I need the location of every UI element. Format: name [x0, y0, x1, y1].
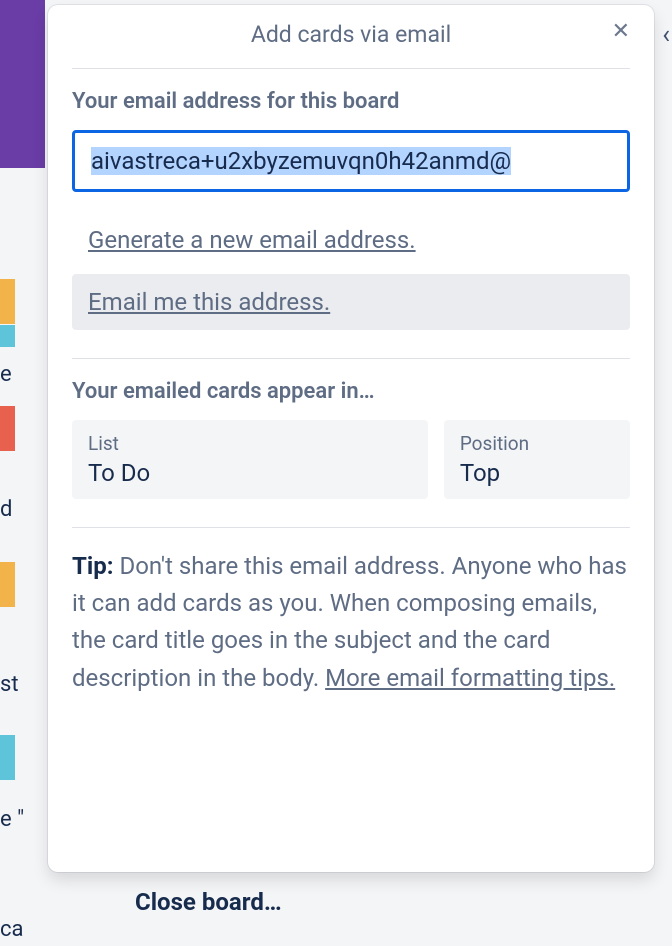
background-label-cyan-2: [0, 735, 15, 780]
divider: [72, 527, 630, 528]
background-label-orange: [0, 279, 15, 324]
background-text-fragment: d: [0, 497, 12, 522]
background-text-fragment: st: [0, 672, 19, 697]
board-email-value: aivastreca+u2xbyzemuvqn0h42anmd@: [91, 147, 511, 175]
background-text-fragment: e ": [0, 807, 24, 832]
email-section-label: Your email address for this board: [72, 89, 630, 114]
email-me-address-button[interactable]: Email me this address.: [72, 274, 630, 330]
background-sidebar: [0, 0, 45, 168]
background-label-red: [0, 406, 15, 451]
list-selector-label: List: [88, 432, 412, 455]
generate-new-email-link[interactable]: Generate a new email address.: [72, 216, 630, 264]
list-selector[interactable]: List To Do: [72, 420, 428, 499]
panel-header: Add cards via email ✕: [72, 5, 630, 64]
email-to-board-panel: Add cards via email ✕ Your email address…: [48, 5, 654, 872]
background-text-fragment: e: [0, 362, 12, 387]
tip-label: Tip:: [72, 552, 113, 580]
divider: [72, 358, 630, 359]
close-board-menu-item[interactable]: Close board…: [135, 888, 282, 916]
background-text-fragment: ca: [0, 917, 23, 942]
list-selector-value: To Do: [88, 459, 412, 487]
close-icon[interactable]: ✕: [612, 21, 630, 43]
chevron-left-icon[interactable]: ‹: [662, 20, 670, 50]
position-selector-label: Position: [460, 432, 614, 455]
panel-title: Add cards via email: [251, 21, 451, 48]
divider: [72, 68, 630, 69]
tip-text: Tip: Don't share this email address. Any…: [72, 548, 630, 697]
position-selector[interactable]: Position Top: [444, 420, 630, 499]
background-label-orange-2: [0, 562, 15, 607]
appear-in-label: Your emailed cards appear in…: [72, 379, 630, 404]
board-email-field[interactable]: aivastreca+u2xbyzemuvqn0h42anmd@: [72, 130, 630, 192]
background-label-cyan: [0, 325, 15, 347]
more-formatting-tips-link[interactable]: More email formatting tips.: [325, 664, 615, 692]
position-selector-value: Top: [460, 459, 614, 487]
selectors-row: List To Do Position Top: [72, 420, 630, 499]
